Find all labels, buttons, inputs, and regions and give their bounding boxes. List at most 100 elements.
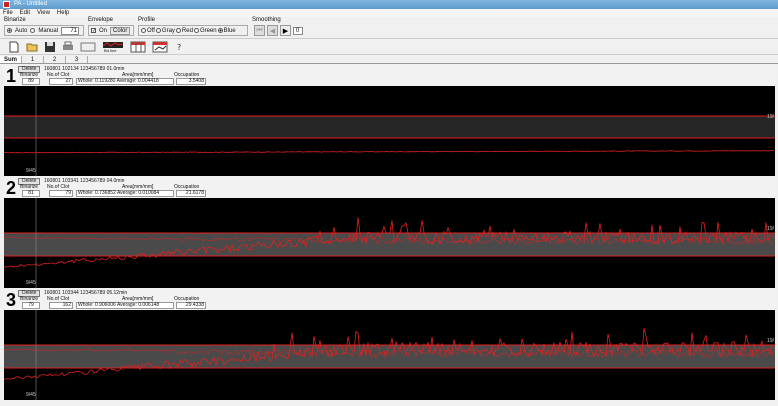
- panel-number: 3: [6, 290, 17, 310]
- sample-panel: 1 Delete 160801 102134 123456789 01.0min…: [4, 65, 775, 176]
- profile-red-label: Red: [181, 27, 193, 34]
- area-value-box: Whole: 0.119280 Average: 0.004418: [76, 78, 174, 85]
- new-file-icon[interactable]: [8, 41, 20, 53]
- brightness-line-icon[interactable]: Brt.line: [102, 41, 124, 53]
- profile-off-label: Off: [147, 27, 155, 34]
- binarize-value: 79: [22, 302, 40, 309]
- vessel-band: [4, 345, 775, 368]
- panel-header: 3 Delete 160801 103344 123456789 05.12mi…: [4, 289, 775, 310]
- whole-value: 0.736852: [94, 190, 116, 196]
- area-value-box: Whole: 0.736852 Average: 0.010084: [76, 190, 174, 197]
- help-icon[interactable]: ?: [174, 41, 186, 53]
- occupation-value: 3.5408: [176, 78, 206, 85]
- profile-red-radio[interactable]: [175, 28, 181, 33]
- window-title: PA - Untitled: [14, 1, 47, 7]
- profile-blue-radio[interactable]: [217, 28, 223, 33]
- profile-controls: Off Gray Red Green Blue: [138, 25, 248, 36]
- chart-table-icon[interactable]: [152, 41, 168, 53]
- app-icon: [3, 1, 10, 8]
- vessel-band: [4, 233, 775, 256]
- envelope-label: Envelope: [88, 17, 114, 23]
- menu-view[interactable]: View: [37, 9, 50, 17]
- occupation-value: 21.6178: [176, 190, 206, 197]
- profile-group: Profile Off Gray Red Green Blue: [138, 17, 248, 37]
- title-bar: PA - Untitled: [0, 0, 778, 9]
- vessel-image: 19/ 9/45: [4, 310, 775, 400]
- tab-2[interactable]: 2: [44, 56, 66, 63]
- clot-value: 162: [49, 302, 73, 309]
- profile-label: Profile: [138, 17, 156, 23]
- smoothing-label: Smoothing: [252, 17, 281, 23]
- vessel-image: 19/ 9/45: [4, 198, 775, 288]
- average-value: 0.004418: [137, 78, 159, 84]
- smoothing-prev-button[interactable]: ◀: [267, 25, 278, 36]
- smoothing-first-button[interactable]: ⏮: [254, 25, 265, 36]
- color-button[interactable]: Color: [110, 26, 131, 35]
- profile-gray-label: Gray: [161, 27, 175, 34]
- menu-bar: File Edit View Help: [0, 9, 778, 17]
- tab-strip: Sum 1 2 3: [0, 56, 778, 64]
- smoothing-next-button[interactable]: ▶: [280, 25, 291, 36]
- binarize-group: Binarize Auto Manual 71: [4, 17, 84, 37]
- whole-value: 0.906006: [94, 302, 116, 308]
- binarize-value: 89: [22, 78, 40, 85]
- panel-header: 2 Delete 160801 103341 123456789 04.0min…: [4, 177, 775, 198]
- brt-line-label: Brt.line: [104, 47, 117, 53]
- tab-sum[interactable]: Sum: [0, 56, 22, 63]
- vessel-image: 19/ 9/45: [4, 86, 775, 176]
- toolbar: Brt.line ?: [0, 39, 778, 55]
- area-value-box: Whole: 0.906006 Average: 0.006148: [76, 302, 174, 309]
- menu-help[interactable]: Help: [57, 9, 69, 17]
- options-bar: Binarize Auto Manual 71 Envelope ✓ On Co…: [0, 17, 778, 39]
- profile-off-radio[interactable]: [141, 28, 146, 33]
- bottom-scale-label: 9/45: [26, 392, 36, 398]
- average-value: 0.010084: [138, 190, 160, 196]
- brightness-profile-plot: [4, 86, 775, 176]
- envelope-group: Envelope ✓ On Color: [88, 17, 134, 37]
- bottom-scale-label: 9/45: [26, 168, 36, 174]
- average-prefix: Average:: [116, 78, 137, 84]
- average-prefix: Average:: [116, 190, 137, 196]
- top-scale-label: 19/: [767, 338, 774, 344]
- bottom-scale-label: 9/45: [26, 280, 36, 286]
- tab-3[interactable]: 3: [66, 56, 88, 63]
- copy-image-icon[interactable]: [80, 41, 96, 53]
- profile-gray-radio[interactable]: [155, 28, 161, 33]
- clot-value: 79: [49, 190, 73, 197]
- sample-panel: 2 Delete 160801 103341 123456789 04.0min…: [4, 177, 775, 288]
- binarize-value-input[interactable]: 71: [61, 26, 80, 35]
- profile-green-radio[interactable]: [193, 28, 199, 33]
- print-icon[interactable]: [62, 41, 74, 53]
- top-scale-label: 19/: [767, 114, 774, 120]
- panel-number: 2: [6, 178, 17, 198]
- brightness-profile-plot: [4, 310, 775, 400]
- smoothing-value[interactable]: 0: [293, 26, 303, 35]
- table-icon[interactable]: [130, 41, 146, 53]
- svg-text:?: ?: [177, 43, 181, 52]
- profile-blue-label: Blue: [223, 27, 236, 34]
- panel-header: 1 Delete 160801 102134 123456789 01.0min…: [4, 65, 775, 86]
- whole-prefix: Whole:: [78, 302, 94, 308]
- panel-number: 1: [6, 66, 17, 86]
- whole-prefix: Whole:: [78, 190, 94, 196]
- envelope-on-checkbox[interactable]: ✓: [91, 28, 96, 34]
- menu-edit[interactable]: Edit: [20, 9, 30, 17]
- whole-value: 0.119280: [94, 78, 116, 84]
- manual-radio[interactable]: [30, 28, 36, 33]
- brightness-profile-plot: [4, 198, 775, 288]
- vessel-band: [4, 116, 775, 138]
- envelope-controls: ✓ On Color: [88, 25, 134, 36]
- sample-panel: 3 Delete 160801 103344 123456789 05.12mi…: [4, 289, 775, 400]
- smoothing-group: Smoothing ⏮ ◀ ▶ 0: [252, 17, 324, 37]
- open-folder-icon[interactable]: [26, 41, 38, 53]
- manual-label: Manual: [38, 27, 59, 34]
- profile-trace: [4, 149, 775, 154]
- menu-file[interactable]: File: [3, 9, 13, 17]
- average-prefix: Average:: [116, 302, 137, 308]
- binarize-label: Binarize: [4, 17, 26, 23]
- auto-radio[interactable]: [7, 28, 12, 33]
- binarize-value: 81: [22, 190, 40, 197]
- tab-1[interactable]: 1: [22, 56, 44, 63]
- save-icon[interactable]: [44, 41, 56, 53]
- top-scale-label: 19/: [767, 226, 774, 232]
